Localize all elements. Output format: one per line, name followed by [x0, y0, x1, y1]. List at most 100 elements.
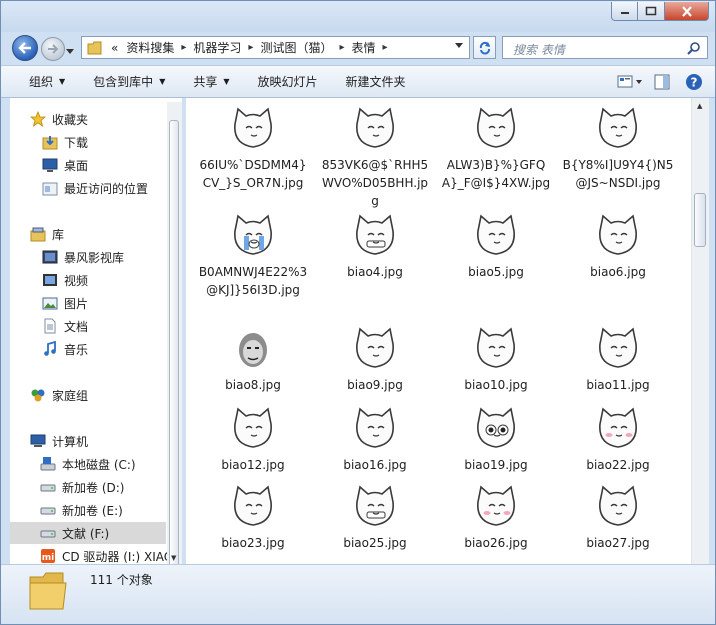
preview-pane-button[interactable] — [649, 71, 675, 93]
content-scrollbar-thumb[interactable] — [694, 193, 706, 247]
file-item[interactable]: biao25.jpg — [316, 482, 434, 552]
file-thumbnail[interactable] — [351, 104, 399, 152]
file-thumbnail[interactable] — [229, 104, 277, 152]
nav-scrollbar[interactable]: ▼ — [167, 102, 182, 572]
breadcrumb-overflow[interactable]: « — [107, 41, 122, 55]
file-item[interactable]: biao19.jpg — [437, 404, 555, 474]
slideshow-button[interactable]: 放映幻灯片 — [244, 66, 332, 97]
refresh-button[interactable] — [473, 36, 496, 59]
breadcrumb-separator-icon[interactable]: ▸ — [336, 42, 347, 53]
file-item[interactable]: biao6.jpg — [559, 211, 677, 281]
file-thumbnail[interactable] — [594, 104, 642, 152]
file-thumbnail[interactable] — [351, 211, 399, 259]
breadcrumb-separator-icon[interactable]: ▸ — [380, 42, 391, 53]
navigation-pane: 收藏夹 下载 桌面 最近访问的位置 库 暴风影视库 视频 图片 文档 音乐 家庭… — [10, 98, 182, 564]
breadcrumb-separator-icon[interactable]: ▸ — [178, 42, 189, 53]
file-item[interactable]: ALW3)B}%}GFQA}_F@I$}4XW.jpg — [437, 104, 555, 192]
file-item[interactable]: biao8.jpg — [194, 324, 312, 394]
recent-pages-dropdown[interactable] — [66, 44, 74, 58]
file-item[interactable]: biao16.jpg — [316, 404, 434, 474]
nav-libraries[interactable]: 库 — [30, 223, 64, 245]
file-thumbnail[interactable] — [351, 482, 399, 530]
nav-pictures[interactable]: 图片 — [42, 292, 88, 314]
change-view-button[interactable] — [617, 71, 643, 93]
nav-desktop[interactable]: 桌面 — [42, 154, 88, 176]
file-thumbnail[interactable] — [472, 211, 520, 259]
file-thumbnail[interactable] — [594, 404, 642, 452]
nav-documents[interactable]: 文档 — [42, 315, 88, 337]
file-thumbnail[interactable] — [472, 104, 520, 152]
back-button[interactable] — [12, 35, 38, 61]
file-item[interactable]: biao11.jpg — [559, 324, 677, 394]
nav-downloads[interactable]: 下载 — [42, 131, 88, 153]
nav-disk-d-label: 新加卷 (D:) — [62, 480, 125, 495]
nav-homegroup[interactable]: 家庭组 — [30, 384, 88, 406]
view-options-icon — [617, 75, 642, 88]
close-button[interactable] — [665, 2, 709, 21]
nav-storm-library[interactable]: 暴风影视库 — [42, 246, 124, 268]
nav-computer[interactable]: 计算机 — [30, 430, 88, 452]
minimize-button[interactable] — [611, 2, 638, 21]
scroll-down-icon[interactable]: ▼ — [171, 554, 176, 562]
breadcrumb-jiqixuexi[interactable]: 机器学习 — [189, 39, 245, 56]
file-item[interactable]: biao26.jpg — [437, 482, 555, 552]
nav-scrollbar-thumb[interactable] — [169, 120, 179, 572]
nav-videos[interactable]: 视频 — [42, 269, 88, 291]
file-item[interactable]: 853VK6@$`RHH5WVO%D05BHH.jpg — [316, 104, 434, 210]
file-item[interactable]: B{Y8%I]U9Y4{)N5@JS~NSDI.jpg — [559, 104, 677, 192]
help-button[interactable]: ? — [681, 71, 707, 93]
file-name: biao25.jpg — [343, 536, 407, 550]
nav-libraries-label: 库 — [52, 227, 65, 242]
share-button[interactable]: 共享 ▼ — [179, 66, 243, 97]
file-thumbnail[interactable] — [472, 482, 520, 530]
breadcrumb-separator-icon[interactable]: ▸ — [245, 42, 256, 53]
address-bar[interactable]: « 资料搜集 ▸ 机器学习 ▸ 测试图（猫） ▸ 表情 ▸ — [81, 36, 470, 59]
nav-recent[interactable]: 最近访问的位置 — [42, 177, 148, 199]
new-folder-button[interactable]: 新建文件夹 — [332, 66, 420, 97]
file-thumbnail[interactable] — [229, 211, 277, 259]
file-thumbnail[interactable] — [229, 324, 277, 372]
file-name: biao22.jpg — [586, 458, 650, 472]
file-item[interactable]: biao10.jpg — [437, 324, 555, 394]
file-thumbnail[interactable] — [594, 482, 642, 530]
breadcrumb-biaoqing[interactable]: 表情 — [347, 39, 379, 56]
file-thumbnail[interactable] — [229, 482, 277, 530]
file-item[interactable]: biao5.jpg — [437, 211, 555, 281]
file-name: biao4.jpg — [347, 265, 403, 279]
include-in-library-button[interactable]: 包含到库中 ▼ — [79, 66, 179, 97]
file-item[interactable]: 66IU%`DSDMM4}CV_}S_OR7N.jpg — [194, 104, 312, 192]
nav-favorites[interactable]: 收藏夹 — [30, 108, 88, 130]
content-scrollbar[interactable]: ▲ — [691, 98, 709, 564]
file-thumbnail[interactable] — [594, 324, 642, 372]
file-thumbnail[interactable] — [594, 211, 642, 259]
file-item[interactable]: biao4.jpg — [316, 211, 434, 281]
search-icon[interactable] — [687, 41, 701, 55]
address-history-dropdown-icon[interactable] — [455, 43, 463, 49]
file-thumbnail[interactable] — [351, 404, 399, 452]
file-item[interactable]: biao9.jpg — [316, 324, 434, 394]
file-item[interactable]: biao12.jpg — [194, 404, 312, 474]
nav-disk-d[interactable]: 新加卷 (D:) — [40, 476, 124, 498]
search-box[interactable]: 搜索 表情 — [502, 36, 708, 59]
homegroup-icon — [31, 389, 45, 402]
file-item[interactable]: biao27.jpg — [559, 482, 677, 552]
file-item[interactable]: B0AMNWJ4E22%3@KJ]}56I3D.jpg — [194, 211, 312, 299]
breadcrumb-ziliao[interactable]: 资料搜集 — [122, 39, 178, 56]
forward-button[interactable] — [41, 37, 65, 61]
scroll-up-icon[interactable]: ▲ — [697, 102, 702, 110]
maximize-button[interactable] — [638, 2, 665, 21]
nav-disk-f[interactable]: 文献 (F:) — [10, 522, 166, 544]
organize-button[interactable]: 组织 ▼ — [1, 66, 79, 97]
nav-disk-c[interactable]: 本地磁盘 (C:) — [40, 453, 136, 475]
nav-music[interactable]: 音乐 — [42, 338, 88, 360]
nav-disk-e[interactable]: 新加卷 (E:) — [40, 499, 123, 521]
nav-drive-i[interactable]: mi CD 驱动器 (I:) XIAO — [40, 545, 173, 564]
file-item[interactable]: biao22.jpg — [559, 404, 677, 474]
file-thumbnail[interactable] — [351, 324, 399, 372]
breadcrumb-ceshitu[interactable]: 测试图（猫） — [256, 39, 336, 56]
file-thumbnail[interactable] — [229, 404, 277, 452]
file-thumbnail[interactable] — [472, 404, 520, 452]
file-thumbnail[interactable] — [472, 324, 520, 372]
file-item[interactable]: biao23.jpg — [194, 482, 312, 552]
nav-pictures-label: 图片 — [64, 296, 89, 311]
